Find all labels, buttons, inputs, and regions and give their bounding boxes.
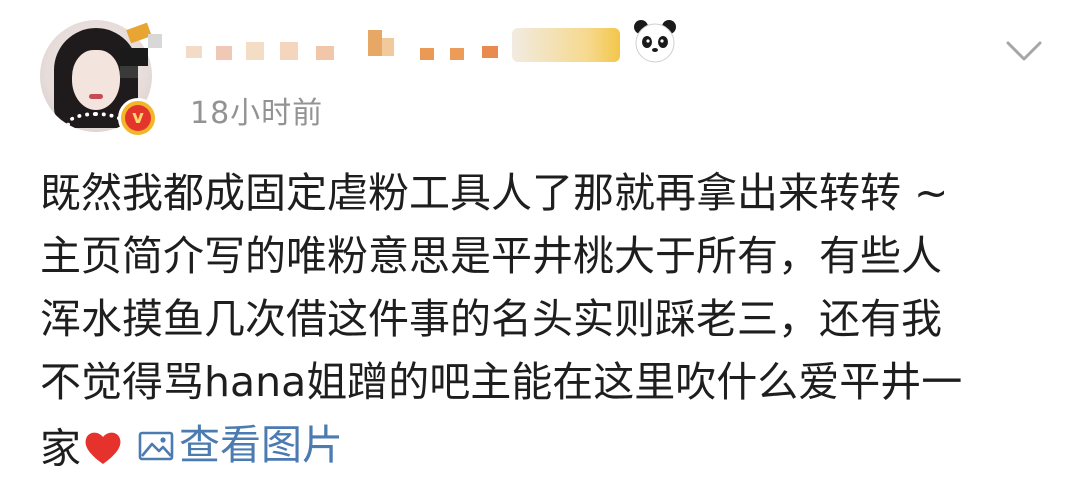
content-line: 浑水摸鱼几次借这件事的名头实则踩老三，还有我 (40, 295, 942, 343)
avatar-lips (89, 94, 103, 99)
view-images-label: 查看图片 (179, 421, 343, 469)
post-content: 既然我都成固定虐粉工具人了那就再拿出来转转 ~ 主页简介写的唯粉意思是平井桃大于… (40, 162, 1050, 481)
chevron-down-icon[interactable] (1004, 38, 1044, 64)
verified-v-mark: v (125, 105, 151, 131)
weibo-post: v 18小时前 既然我都成固定虐粉工具人了那就再拿出来转转 ~ 主页简介写的唯粉… (0, 0, 1080, 488)
view-images-link[interactable]: 查看图片 (137, 414, 343, 477)
verified-v-icon: v (118, 98, 158, 138)
content-line: 主页简介写的唯粉意思是平井桃大于所有，有些人 (40, 232, 942, 280)
content-line-text: 家 (40, 424, 81, 473)
member-badge[interactable] (512, 28, 620, 62)
panda-icon (634, 20, 676, 63)
heart-icon (85, 432, 121, 464)
avatar-necklace (66, 112, 126, 132)
image-icon (138, 431, 174, 460)
post-timestamp: 18小时前 (190, 96, 324, 131)
content-line-last: 家 查看图片 (40, 414, 1050, 481)
content-line: 不觉得骂hana姐蹭的吧主能在这里吹什么爱平井一 (40, 358, 963, 406)
content-line: 既然我都成固定虐粉工具人了那就再拿出来转转 ~ (40, 169, 949, 217)
avatar-face (72, 50, 120, 110)
